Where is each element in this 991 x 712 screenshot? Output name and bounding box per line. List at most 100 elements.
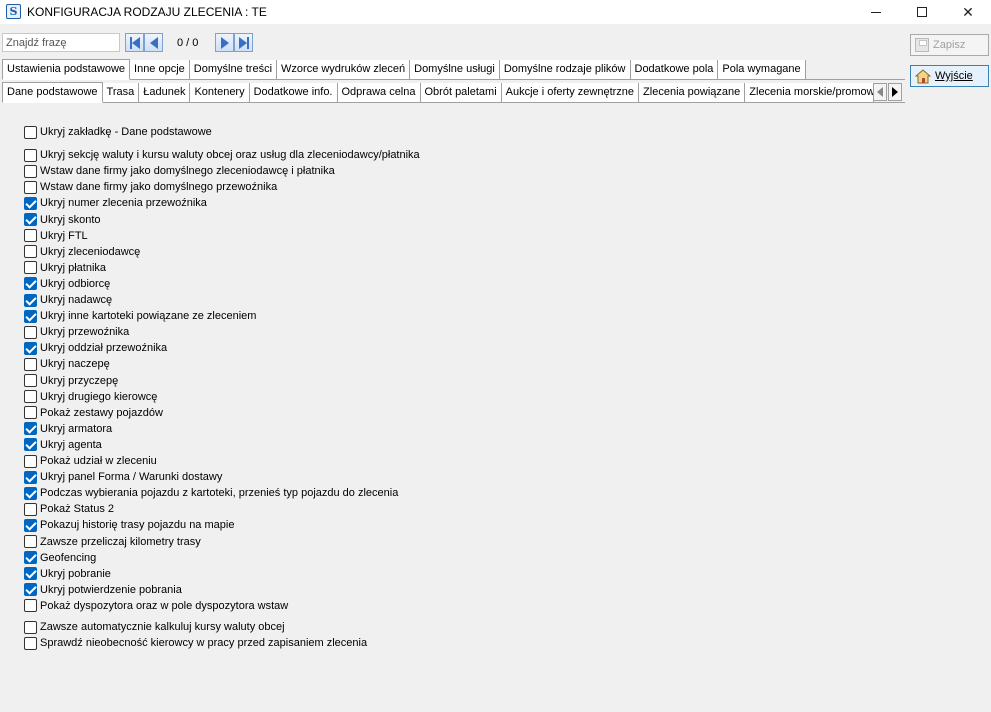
tab-ustawienia-podstawowe[interactable]: Ustawienia podstawowe xyxy=(2,59,131,80)
option-row[interactable]: Pokaż Status 2 xyxy=(24,502,114,516)
exit-button[interactable]: Wyjście xyxy=(910,65,989,87)
option-row[interactable]: Ukryj pobranie xyxy=(24,567,111,581)
option-row[interactable]: Ukryj skonto xyxy=(24,213,101,227)
checkbox[interactable] xyxy=(24,293,37,307)
option-row[interactable]: Ukryj oddział przewoźnika xyxy=(24,341,167,355)
save-button[interactable]: Zapisz xyxy=(910,34,989,56)
option-row[interactable]: Ukryj zleceniodawcę xyxy=(24,245,140,259)
option-row[interactable]: Zawsze przeliczaj kilometry trasy xyxy=(24,535,201,549)
checkbox[interactable] xyxy=(24,229,37,243)
checkbox[interactable] xyxy=(24,406,37,420)
first-result-button[interactable] xyxy=(125,33,144,52)
option-label: Sprawdź nieobecność kierowcy w pracy prz… xyxy=(40,637,368,650)
checkbox[interactable] xyxy=(24,390,37,404)
option-row[interactable]: Ukryj płatnika xyxy=(24,261,106,275)
option-row[interactable]: Ukryj drugiego kierowcę xyxy=(24,390,157,404)
checkbox[interactable] xyxy=(24,374,37,387)
option-row[interactable]: Pokaż zestawy pojazdów xyxy=(24,406,163,420)
option-row[interactable]: Ukryj FTL xyxy=(24,229,88,243)
minimize-button[interactable] xyxy=(853,0,899,24)
checkbox[interactable] xyxy=(24,422,37,436)
option-row[interactable]: Ukryj panel Forma / Warunki dostawy xyxy=(24,470,222,484)
option-row[interactable]: Pokaż udział w zleceniu xyxy=(24,454,157,468)
subtab-dane-podstawowe[interactable]: Dane podstawowe xyxy=(2,82,103,103)
subtab-dodatkowe-info[interactable]: Dodatkowe info. xyxy=(249,83,338,102)
tab-pola-wymagane[interactable]: Pola wymagane xyxy=(718,60,806,79)
checkbox[interactable] xyxy=(24,551,37,565)
checkbox[interactable] xyxy=(24,164,37,178)
checkbox[interactable] xyxy=(24,325,37,339)
tab-scroll-right-button[interactable] xyxy=(888,83,902,101)
checkbox[interactable] xyxy=(24,567,37,581)
option-row[interactable]: Ukryj przyczepę xyxy=(24,374,118,388)
option-row[interactable]: Pokazuj historię trasy pojazdu na mapie xyxy=(24,518,234,532)
checkbox[interactable] xyxy=(24,180,37,194)
last-result-button[interactable] xyxy=(234,33,253,52)
subtab-trasa[interactable]: Trasa xyxy=(102,83,140,102)
checkbox[interactable] xyxy=(24,341,37,355)
checkbox[interactable] xyxy=(24,357,37,371)
option-row[interactable]: Ukryj sekcję waluty i kursu waluty obcej… xyxy=(24,148,420,162)
option-row[interactable]: Ukryj armatora xyxy=(24,422,112,436)
option-row[interactable]: Wstaw dane firmy jako domyślnego zleceni… xyxy=(24,164,335,178)
option-label: Ukryj inne kartoteki powiązane ze zlecen… xyxy=(40,310,257,323)
option-row[interactable]: Pokaż dyspozytora oraz w pole dyspozytor… xyxy=(24,599,288,613)
maximize-button[interactable] xyxy=(899,0,945,24)
subtab-zlecenia-morskie-promow[interactable]: Zlecenia morskie/promow xyxy=(745,83,875,102)
subtab-ladunek[interactable]: Ładunek xyxy=(139,83,191,102)
option-row[interactable]: Sprawdź nieobecność kierowcy w pracy prz… xyxy=(24,636,367,650)
subtab-aukcje-i-oferty-zewnetrzne[interactable]: Aukcje i oferty zewnętrzne xyxy=(501,83,640,102)
option-label: Ukryj sekcję waluty i kursu waluty obcej… xyxy=(40,149,420,162)
option-row[interactable]: Wstaw dane firmy jako domyślnego przewoź… xyxy=(24,180,277,194)
subtab-obrot-paletami[interactable]: Obrót paletami xyxy=(420,83,502,102)
checkbox[interactable] xyxy=(24,438,37,452)
option-label: Ukryj skonto xyxy=(40,213,101,226)
tab-domyslne-rodzaje-plikow[interactable]: Domyślne rodzaje plików xyxy=(499,60,631,79)
checkbox[interactable] xyxy=(24,245,37,259)
checkbox[interactable] xyxy=(24,636,37,650)
checkbox[interactable] xyxy=(24,486,37,500)
minimize-icon xyxy=(871,11,881,13)
checkbox[interactable] xyxy=(24,535,37,548)
option-row[interactable]: Zawsze automatycznie kalkuluj kursy walu… xyxy=(24,620,285,634)
option-row[interactable]: Podczas wybierania pojazdu z kartoteki, … xyxy=(24,486,398,500)
checkbox[interactable] xyxy=(24,148,37,162)
tab-scroll-left-button[interactable] xyxy=(873,83,887,101)
subtab-odprawa-celna[interactable]: Odprawa celna xyxy=(337,83,421,102)
checkbox[interactable] xyxy=(24,502,37,516)
previous-result-button[interactable] xyxy=(144,33,163,52)
checkbox[interactable] xyxy=(24,213,37,226)
checkbox[interactable] xyxy=(24,454,37,468)
tab-inne-opcje[interactable]: Inne opcje xyxy=(130,60,190,79)
tab-domyslne-uslugi[interactable]: Domyślne usługi xyxy=(410,60,500,79)
checkbox[interactable] xyxy=(24,277,37,291)
next-result-button[interactable] xyxy=(215,33,234,52)
subtab-kontenery[interactable]: Kontenery xyxy=(190,83,250,102)
option-row[interactable]: Ukryj nadawcę xyxy=(24,293,112,307)
checkbox[interactable] xyxy=(24,309,37,323)
option-row[interactable]: Ukryj inne kartoteki powiązane ze zlecen… xyxy=(24,309,256,323)
checkbox[interactable] xyxy=(24,620,37,634)
option-row[interactable]: Ukryj naczepę xyxy=(24,357,110,371)
checkbox[interactable] xyxy=(24,470,37,484)
option-row[interactable]: Ukryj numer zlecenia przewoźnika xyxy=(24,196,207,210)
close-button[interactable]: ✕ xyxy=(945,0,991,24)
option-row[interactable]: Ukryj odbiorcę xyxy=(24,277,110,291)
option-row[interactable]: Ukryj agenta xyxy=(24,438,102,452)
option-label: Ukryj płatnika xyxy=(40,261,107,274)
checkbox[interactable] xyxy=(24,583,37,597)
tab-domyslne-tresci[interactable]: Domyślne treści xyxy=(189,60,278,79)
checkbox[interactable] xyxy=(24,518,37,532)
option-row[interactable]: Geofencing xyxy=(24,551,96,565)
option-row[interactable]: Ukryj przewoźnika xyxy=(24,325,129,339)
tab-dodatkowe-pola[interactable]: Dodatkowe pola xyxy=(630,60,719,79)
search-input[interactable] xyxy=(2,33,120,52)
checkbox[interactable] xyxy=(24,196,37,210)
checkbox[interactable] xyxy=(24,599,37,613)
option-row[interactable]: Ukryj potwierdzenie pobrania xyxy=(24,583,182,597)
checkbox[interactable] xyxy=(24,261,37,275)
subtab-zlecenia-powiazane[interactable]: Zlecenia powiązane xyxy=(639,83,746,102)
option-row[interactable]: Ukryj zakładkę - Dane podstawowe xyxy=(24,125,212,139)
checkbox[interactable] xyxy=(24,125,37,139)
tab-wzorce-wydrukow-zlecen[interactable]: Wzorce wydruków zleceń xyxy=(277,60,411,79)
